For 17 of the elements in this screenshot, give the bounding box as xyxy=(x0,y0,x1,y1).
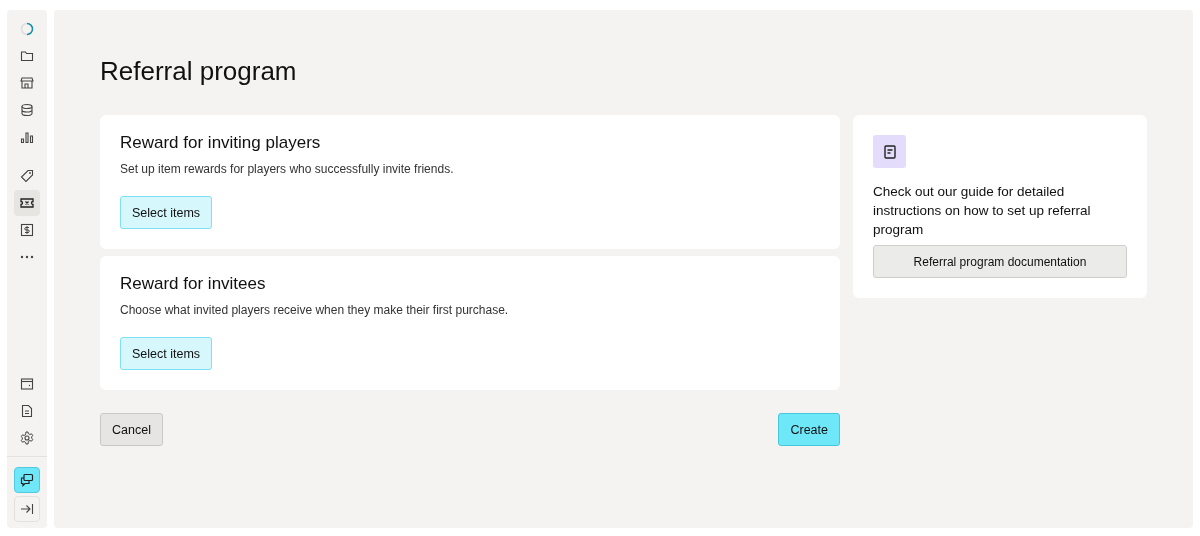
collapse-sidebar-button[interactable] xyxy=(14,496,40,522)
guide-text: Check out our guide for detailed instructions on how to set up referral program xyxy=(873,183,1092,239)
section-title: Reward for inviting players xyxy=(120,133,322,153)
page-title: Referral program xyxy=(100,56,298,87)
ticket-icon[interactable] xyxy=(14,190,40,216)
cancel-button[interactable]: Cancel xyxy=(100,413,163,446)
section-title: Reward for invitees xyxy=(120,274,267,294)
chat-icon xyxy=(20,473,34,487)
select-items-button[interactable]: Select items xyxy=(120,337,213,370)
chat-button[interactable] xyxy=(14,467,40,493)
section-description: Set up item rewards for players who successfully invite friends. xyxy=(120,162,455,176)
select-items-button[interactable]: Select items xyxy=(120,196,213,229)
documentation-button[interactable]: Referral program documentation xyxy=(873,245,1127,278)
section-description: Choose what invited players receive when they make their first purchase. xyxy=(120,303,510,317)
create-button[interactable]: Create xyxy=(778,413,840,446)
collapse-arrow-icon xyxy=(20,503,34,515)
document-icon xyxy=(873,135,906,168)
